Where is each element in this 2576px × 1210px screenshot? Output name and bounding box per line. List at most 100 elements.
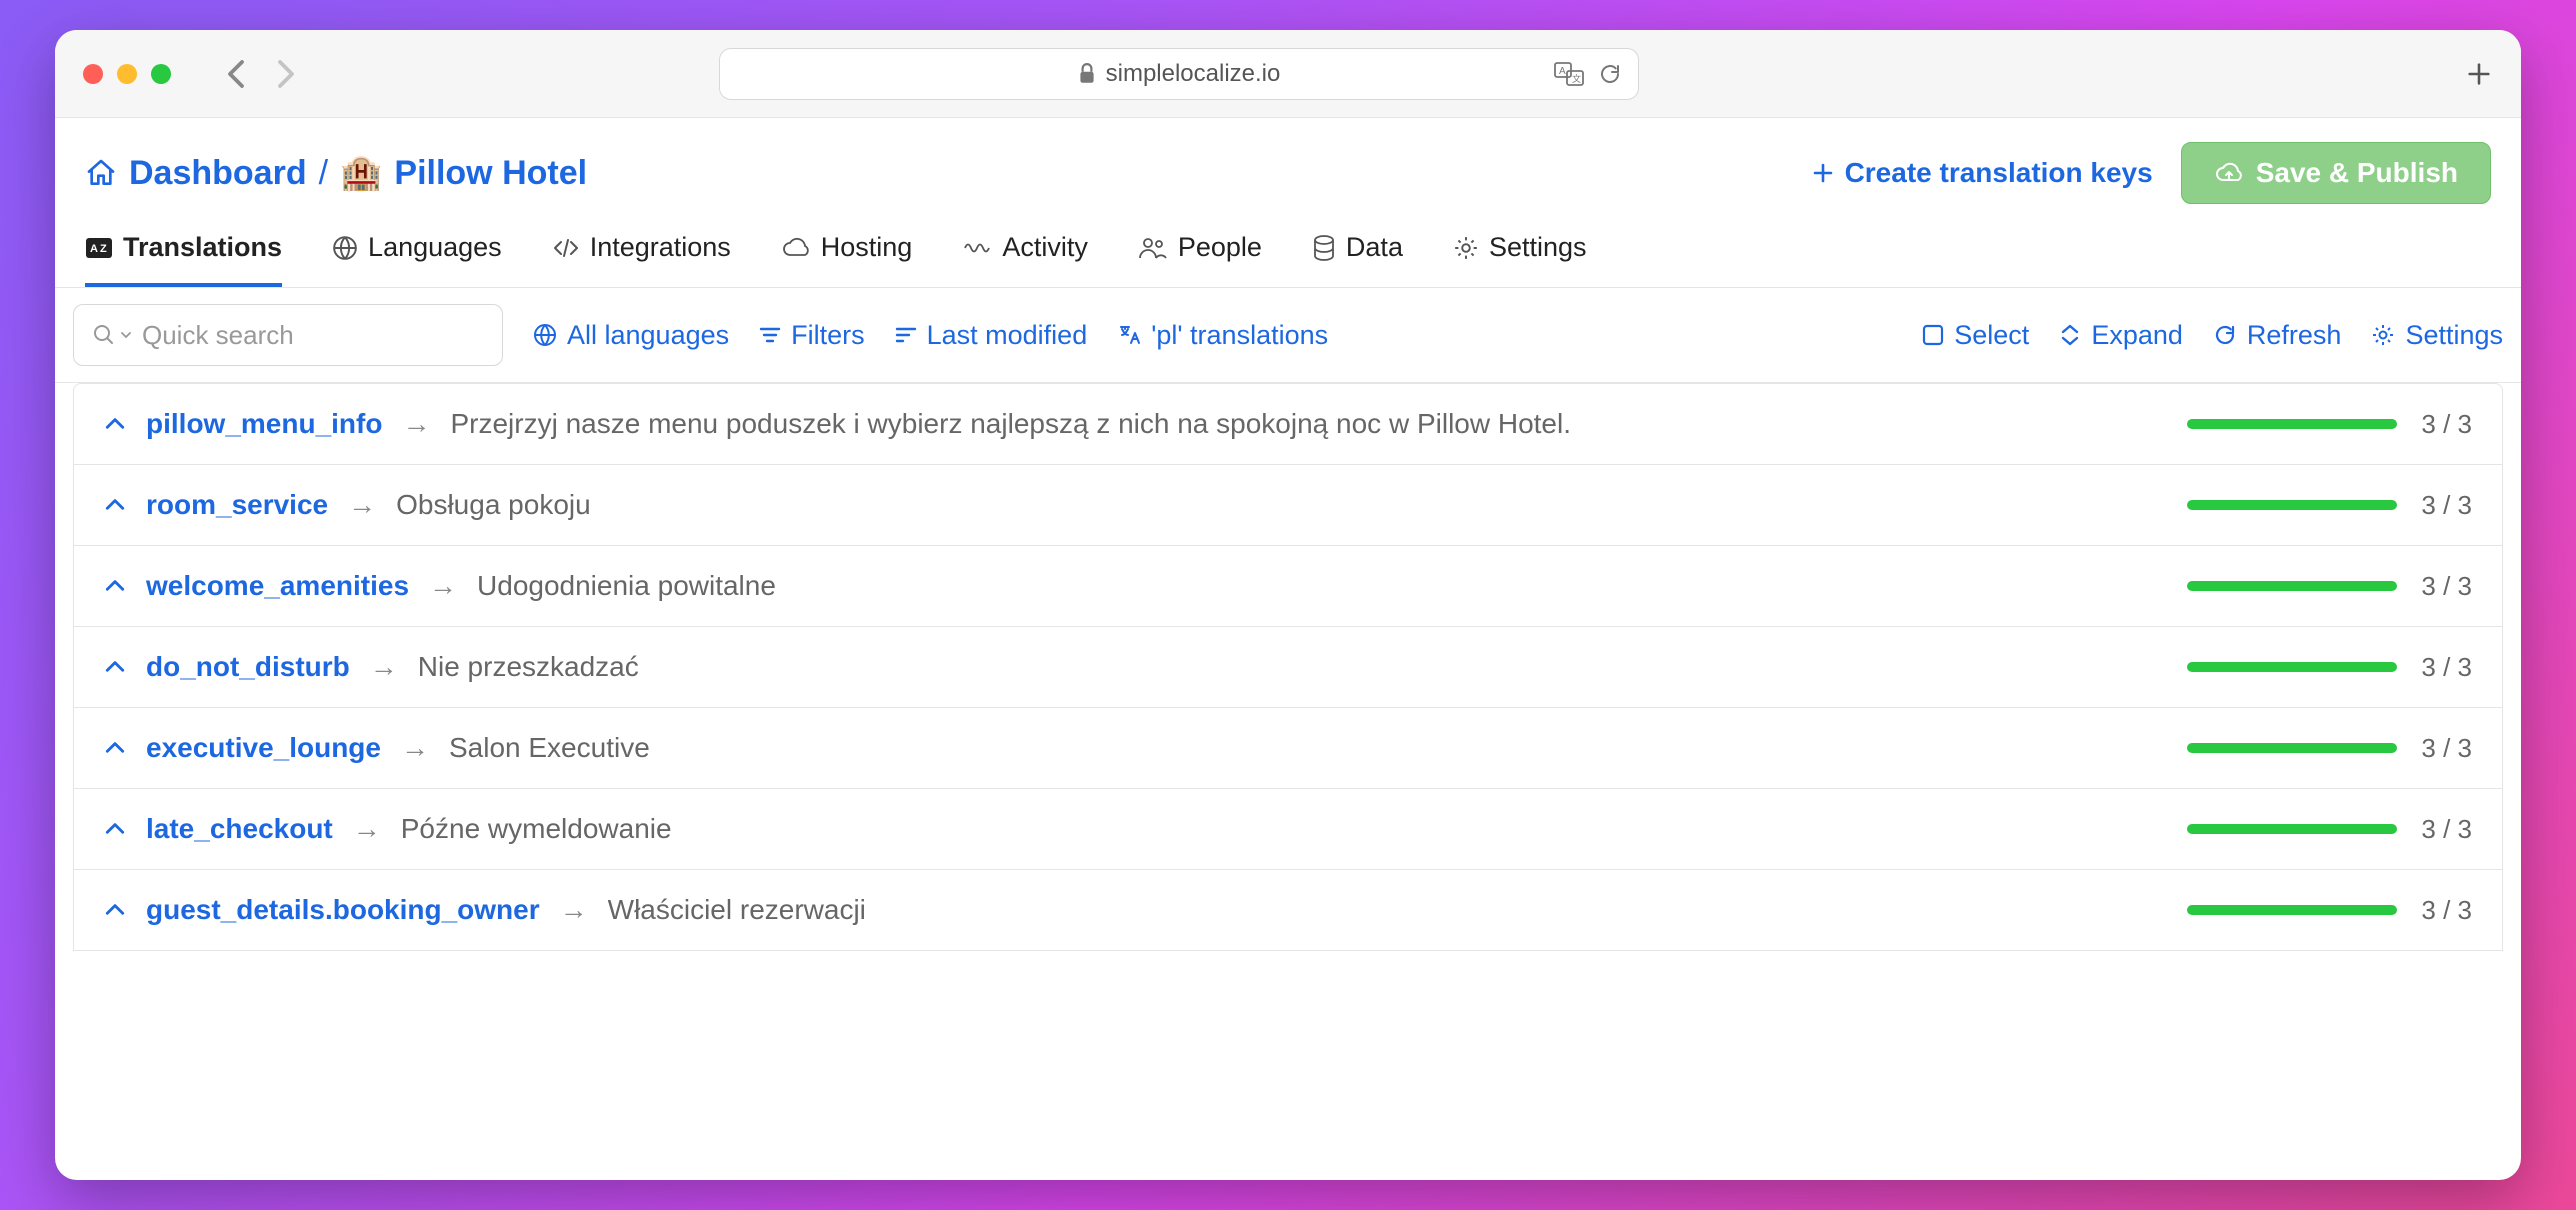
tab-label: Hosting <box>821 232 913 263</box>
url-text: simplelocalize.io <box>1106 60 1281 88</box>
progress: 3 / 3 <box>2187 814 2472 845</box>
translation-key[interactable]: do_not_disturb <box>146 651 350 683</box>
translation-key[interactable]: pillow_menu_info <box>146 408 382 440</box>
cloud-icon <box>781 237 811 259</box>
forward-button[interactable] <box>275 59 297 89</box>
translation-key[interactable]: guest_details.booking_owner <box>146 894 540 926</box>
refresh-icon <box>2213 323 2237 347</box>
translation-row[interactable]: welcome_amenities → Udogodnienia powital… <box>74 546 2502 627</box>
last-modified-label: Last modified <box>927 320 1088 351</box>
refresh-button[interactable]: Refresh <box>2213 320 2342 351</box>
translation-row[interactable]: room_service → Obsługa pokoju 3 / 3 <box>74 465 2502 546</box>
tab-people[interactable]: People <box>1138 232 1262 287</box>
svg-text:Z: Z <box>100 243 107 255</box>
chevron-up-icon[interactable] <box>104 497 126 513</box>
sort-icon <box>895 325 917 345</box>
expand-icon <box>2059 324 2081 346</box>
progress-bar <box>2187 581 2397 591</box>
progress-count: 3 / 3 <box>2421 409 2472 440</box>
gear-icon <box>1453 235 1479 261</box>
progress-bar <box>2187 419 2397 429</box>
translation-preview: Udogodnienia powitalne <box>477 570 2167 602</box>
filters-button[interactable]: Filters <box>759 320 865 351</box>
chevron-down-icon <box>120 330 132 340</box>
lock-icon <box>1078 63 1096 85</box>
chevron-up-icon[interactable] <box>104 740 126 756</box>
breadcrumb-separator: / <box>319 154 328 193</box>
expand-label: Expand <box>2091 320 2183 351</box>
chevron-up-icon[interactable] <box>104 821 126 837</box>
reload-icon[interactable] <box>1598 62 1622 86</box>
chevron-up-icon[interactable] <box>104 902 126 918</box>
browser-window: simplelocalize.io A文 Dashboard / 🏨 Pillo… <box>55 30 2521 1180</box>
tab-data[interactable]: Data <box>1312 232 1403 287</box>
translate-icon <box>1117 323 1141 347</box>
tab-languages[interactable]: Languages <box>332 232 502 287</box>
header-actions: Create translation keys Save & Publish <box>1811 142 2491 204</box>
svg-text:A: A <box>1559 66 1566 77</box>
translation-key[interactable]: room_service <box>146 489 328 521</box>
new-tab-button[interactable] <box>2465 60 2493 88</box>
home-icon[interactable] <box>85 157 117 189</box>
filter-icon <box>759 325 781 345</box>
progress-bar <box>2187 824 2397 834</box>
chevron-up-icon[interactable] <box>104 416 126 432</box>
progress-bar <box>2187 905 2397 915</box>
close-window-button[interactable] <box>83 64 103 84</box>
tab-label: Activity <box>1002 232 1088 263</box>
maximize-window-button[interactable] <box>151 64 171 84</box>
tab-integrations[interactable]: Integrations <box>552 232 731 287</box>
globe-icon <box>332 235 358 261</box>
save-publish-button[interactable]: Save & Publish <box>2181 142 2491 204</box>
translation-row[interactable]: pillow_menu_info → Przejrzyj nasze menu … <box>74 384 2502 465</box>
translate-icon[interactable]: A文 <box>1554 62 1584 86</box>
arrow-icon: → <box>370 651 398 683</box>
tab-label: Settings <box>1489 232 1587 263</box>
tab-label: Integrations <box>590 232 731 263</box>
expand-button[interactable]: Expand <box>2059 320 2183 351</box>
progress-count: 3 / 3 <box>2421 895 2472 926</box>
tab-hosting[interactable]: Hosting <box>781 232 913 287</box>
settings-button[interactable]: Settings <box>2371 320 2503 351</box>
select-button[interactable]: Select <box>1922 320 2029 351</box>
search-input[interactable] <box>142 320 484 351</box>
translation-row[interactable]: late_checkout → Późne wymeldowanie 3 / 3 <box>74 789 2502 870</box>
tab-activity[interactable]: Activity <box>962 232 1088 287</box>
breadcrumb-project[interactable]: Pillow Hotel <box>394 154 587 193</box>
progress-bar <box>2187 500 2397 510</box>
tab-settings[interactable]: Settings <box>1453 232 1587 287</box>
checkbox-icon <box>1922 324 1944 346</box>
create-keys-label: Create translation keys <box>1845 157 2153 189</box>
last-modified-button[interactable]: Last modified <box>895 320 1088 351</box>
progress: 3 / 3 <box>2187 490 2472 521</box>
arrow-icon: → <box>560 894 588 926</box>
svg-text:文: 文 <box>1572 73 1581 84</box>
pl-translations-button[interactable]: 'pl' translations <box>1117 320 1328 351</box>
translation-key[interactable]: welcome_amenities <box>146 570 409 602</box>
progress: 3 / 3 <box>2187 895 2472 926</box>
arrow-icon: → <box>348 489 376 521</box>
minimize-window-button[interactable] <box>117 64 137 84</box>
chevron-up-icon[interactable] <box>104 659 126 675</box>
translations-icon: AZ <box>85 237 113 259</box>
translation-preview: Późne wymeldowanie <box>401 813 2168 845</box>
translation-key[interactable]: late_checkout <box>146 813 333 845</box>
translation-row[interactable]: do_not_disturb → Nie przeszkadzać 3 / 3 <box>74 627 2502 708</box>
translation-key[interactable]: executive_lounge <box>146 732 381 764</box>
tab-translations[interactable]: AZ Translations <box>85 232 282 287</box>
create-translation-keys-button[interactable]: Create translation keys <box>1811 157 2153 189</box>
progress-count: 3 / 3 <box>2421 571 2472 602</box>
tab-label: Data <box>1346 232 1403 263</box>
all-languages-button[interactable]: All languages <box>533 320 729 351</box>
breadcrumb-dashboard[interactable]: Dashboard <box>129 154 307 193</box>
back-button[interactable] <box>225 59 247 89</box>
progress-bar <box>2187 743 2397 753</box>
tab-label: Translations <box>123 232 282 263</box>
url-bar[interactable]: simplelocalize.io A文 <box>719 48 1639 100</box>
chevron-up-icon[interactable] <box>104 578 126 594</box>
translation-row[interactable]: executive_lounge → Salon Executive 3 / 3 <box>74 708 2502 789</box>
arrow-icon: → <box>402 408 430 440</box>
translation-row[interactable]: guest_details.booking_owner → Właściciel… <box>74 870 2502 950</box>
translation-preview: Salon Executive <box>449 732 2167 764</box>
quick-search[interactable] <box>73 304 503 366</box>
